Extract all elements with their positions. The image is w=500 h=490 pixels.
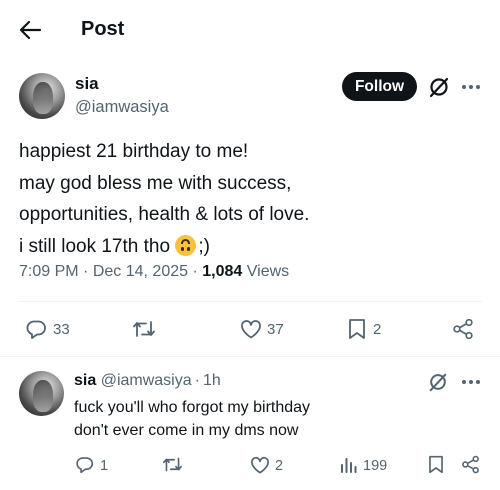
reply-like-count: 2: [275, 458, 284, 474]
post-line: happiest 21 birthday to me!: [19, 141, 249, 162]
meta-separator: ·: [83, 263, 89, 280]
reply-separator: ·: [194, 372, 200, 389]
meta-separator: ·: [192, 263, 198, 280]
views-label: Views: [246, 263, 290, 280]
reply-time[interactable]: 1h: [203, 372, 221, 389]
back-button[interactable]: [18, 19, 42, 41]
share-button[interactable]: [452, 318, 474, 340]
like-count: 37: [267, 321, 284, 338]
reply-count: 33: [53, 321, 70, 338]
bookmark-button[interactable]: [348, 318, 366, 340]
grok-button[interactable]: [428, 76, 450, 98]
reply-line: don't ever come in my dms now: [74, 422, 299, 439]
reply-reply-count: 1: [100, 458, 109, 474]
post-text: happiest 21 birthday to me! may god bles…: [19, 136, 309, 262]
avatar[interactable]: [19, 73, 65, 119]
reply-repost-button[interactable]: [162, 455, 183, 474]
bookmark-count: 2: [373, 321, 382, 338]
reply-share-button[interactable]: [461, 455, 480, 474]
post-line-suffix: ;): [198, 235, 210, 257]
grok-icon: [429, 373, 447, 392]
repost-icon: [163, 457, 182, 472]
more-icon: [462, 85, 480, 89]
post-line: opportunities, health & lots of love.: [19, 204, 310, 225]
post-line: may god bless me with success,: [19, 172, 292, 194]
post-date[interactable]: Dec 14, 2025: [93, 263, 188, 280]
reply-icon: [76, 457, 94, 474]
more-button[interactable]: [461, 84, 481, 90]
author-name[interactable]: sia: [75, 73, 99, 95]
views-count: 1,084: [202, 263, 243, 280]
reply-views-count: 199: [363, 458, 388, 474]
reply-handle[interactable]: @iamwasiya: [101, 372, 192, 389]
post-time[interactable]: 7:09 PM: [19, 263, 79, 280]
reply-author-name[interactable]: sia: [74, 372, 96, 389]
repost-button[interactable]: [132, 318, 156, 340]
like-icon: [241, 320, 261, 339]
post-meta: 7:09 PM · Dec 14, 2025 · 1,084 Views: [19, 262, 289, 282]
reply-button[interactable]: [25, 318, 47, 340]
reply-views-button[interactable]: [340, 456, 358, 473]
reply-like-button[interactable]: [250, 456, 270, 474]
repost-icon: [133, 321, 155, 337]
reply-header: sia @iamwasiya · 1h: [74, 371, 221, 391]
post-line-text: i still look 17th tho: [19, 235, 171, 257]
upside-down-face-emoji: [175, 234, 197, 256]
reply-grok-button[interactable]: [428, 372, 448, 392]
divider: [0, 356, 500, 357]
reply-reply-button[interactable]: [75, 455, 94, 474]
views-icon: [341, 458, 357, 473]
like-icon: [251, 456, 269, 474]
more-icon: [462, 380, 480, 384]
divider: [18, 301, 482, 302]
bookmark-icon: [349, 319, 365, 339]
share-icon: [453, 318, 473, 340]
reply-line: fuck you'll who forgot my birthday: [74, 399, 311, 416]
share-icon: [462, 455, 479, 474]
follow-button[interactable]: Follow: [342, 72, 417, 101]
reply-bookmark-button[interactable]: [428, 455, 444, 474]
back-arrow-icon: [19, 20, 42, 40]
reply-more-button[interactable]: [461, 379, 481, 385]
reply-text: fuck you'll who forgot my birthday don't…: [74, 396, 310, 442]
reply-icon: [26, 320, 46, 339]
like-button[interactable]: [240, 319, 262, 339]
reply-avatar[interactable]: [19, 371, 64, 416]
post-line: i still look 17th tho ;): [19, 231, 309, 263]
bookmark-icon: [429, 455, 443, 474]
page-title: Post: [81, 18, 125, 40]
grok-icon: [429, 77, 449, 98]
author-handle[interactable]: @iamwasiya: [75, 96, 169, 118]
